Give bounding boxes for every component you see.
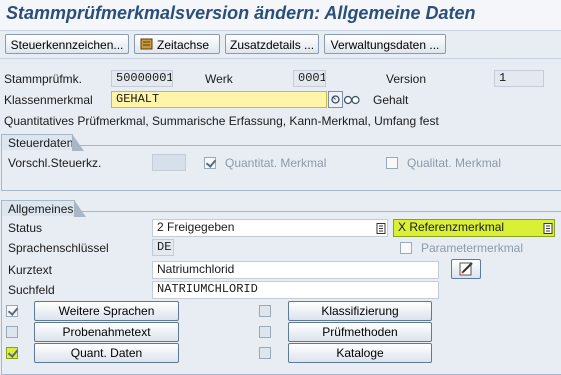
parametermerkmal-checkbox[interactable]	[400, 242, 412, 254]
quantitat-merkmal-checkbox[interactable]	[204, 157, 216, 169]
status-label: Status	[8, 221, 43, 235]
weitere-sprachen-button[interactable]: Weitere Sprachen	[34, 301, 179, 321]
vorschl-steuerkz-field[interactable]	[152, 154, 186, 171]
steuerdaten-title-text: Steuerdaten	[8, 136, 74, 150]
qualitat-merkmal-label: Qualitat. Merkmal	[407, 156, 502, 170]
application-toolbar: Steuerkennzeichen... Zeitachse Zusatzdet…	[0, 31, 561, 59]
steuerkennzeichen-button[interactable]: Steuerkennzeichen...	[5, 34, 129, 54]
qualitat-merkmal-checkbox[interactable]	[386, 157, 398, 169]
zusatzdetails-button[interactable]: Zusatzdetails ...	[225, 34, 319, 54]
pruefmethoden-indicator	[259, 326, 271, 338]
steuerdaten-title: Steuerdaten	[1, 134, 84, 151]
scroll-icon	[140, 38, 153, 50]
weitere-sprachen-checkbox[interactable]	[6, 305, 18, 317]
probenahmetext-button[interactable]: Probenahmetext	[34, 322, 179, 342]
version-label: Version	[386, 72, 427, 86]
klassenmerkmal-field[interactable]: GEHALT	[111, 91, 327, 108]
klassenmerkmal-detail-button[interactable]	[328, 91, 343, 108]
quantitat-merkmal-label: Quantitat. Merkmal	[225, 156, 327, 170]
list-icon[interactable]	[543, 223, 553, 234]
langtext-edit-button[interactable]	[451, 259, 481, 279]
suchfeld-label: Suchfeld	[8, 283, 55, 297]
status-field[interactable]: 2 Freigegeben	[152, 219, 388, 237]
list-icon[interactable]	[376, 223, 386, 234]
glasses-icon	[343, 95, 360, 105]
edit-pencil-icon	[459, 262, 473, 276]
kataloge-indicator	[259, 347, 271, 359]
stammpruefmk-label: Stammprüfmk.	[4, 72, 83, 86]
verwaltungsdaten-button[interactable]: Verwaltungsdaten ...	[324, 34, 446, 54]
title-bar: Stammprüfmerkmalsversion ändern: Allgeme…	[0, 0, 561, 31]
quant-daten-checkbox[interactable]	[6, 347, 18, 359]
allgemeines-title-text: Allgemeines	[8, 202, 74, 216]
pruefmethoden-button[interactable]: Prüfmethoden	[288, 322, 432, 342]
klassenmerkmal-label: Klassenmerkmal	[4, 93, 93, 107]
suchfeld-field[interactable]: NATRIUMCHLORID	[152, 281, 439, 299]
werk-label: Werk	[205, 72, 233, 86]
page-title: Stammprüfmerkmalsversion ändern: Allgeme…	[6, 3, 476, 23]
zeitachse-label: Zeitachse	[157, 38, 210, 52]
klassifizierung-indicator	[259, 305, 271, 317]
stammpruefmk-field[interactable]: 50000001	[111, 70, 173, 87]
merkmal-description: Quantitatives Prüfmerkmal, Summarische E…	[4, 114, 439, 128]
detail-icon	[331, 95, 340, 104]
probenahmetext-indicator	[6, 326, 18, 338]
quant-daten-button[interactable]: Quant. Daten	[34, 343, 179, 363]
kataloge-button[interactable]: Kataloge	[288, 343, 432, 363]
werk-field[interactable]: 0001	[293, 70, 326, 87]
allgemeines-title: Allgemeines	[1, 200, 86, 217]
version-field[interactable]: 1	[494, 70, 544, 87]
klassenmerkmal-text: Gehalt	[373, 93, 409, 107]
zeitachse-button[interactable]: Zeitachse	[134, 34, 220, 54]
sprachenschluessel-field[interactable]: DE	[152, 239, 174, 256]
referenzmerkmal-field[interactable]: X Referenzmerkmal	[393, 219, 555, 237]
sprachenschluessel-label: Sprachenschlüssel	[8, 241, 109, 255]
klassenmerkmal-search-button[interactable]	[343, 91, 361, 108]
kurztext-label: Kurztext	[8, 263, 53, 277]
klassifizierung-button[interactable]: Klassifizierung	[288, 301, 432, 321]
kurztext-field[interactable]: Natriumchlorid	[152, 261, 439, 279]
vorschl-steuerkz-label: Vorschl.Steuerkz.	[8, 156, 102, 170]
parametermerkmal-label: Parametermerkmal	[421, 241, 524, 255]
